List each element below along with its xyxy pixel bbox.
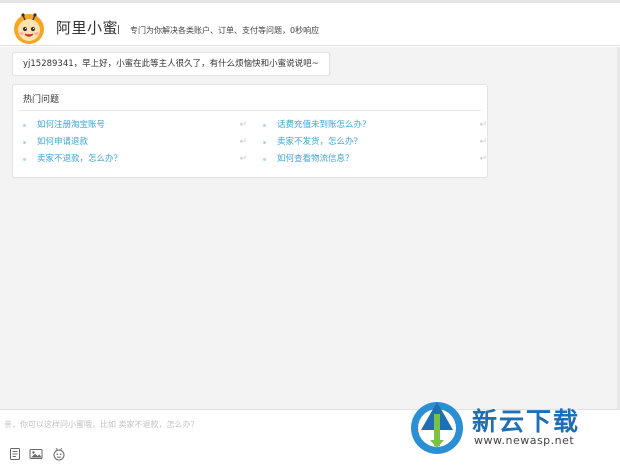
bullet-dot [263, 124, 266, 127]
app-title: 阿里小蜜 [56, 19, 119, 37]
question-row[interactable]: 如何注册淘宝账号 ↵ [23, 119, 253, 136]
title-separator [118, 25, 119, 34]
enter-icon: ↵ [479, 120, 487, 130]
enter-icon: ↵ [239, 137, 247, 147]
question-row[interactable]: 话费充值未到账怎么办？ ↵ [263, 119, 493, 136]
question-link[interactable]: 如何申请退款 [37, 136, 88, 149]
question-row[interactable]: 如何申请退款 ↵ [23, 136, 253, 153]
emoji-icon[interactable] [52, 447, 66, 461]
chat-area[interactable]: yj15289341，早上好，小蜜在此等主人很久了，有什么烦恼快和小蜜说说吧~ … [0, 47, 620, 409]
hot-questions-divider [19, 110, 481, 111]
watermark: 新云下载 www.newasp.net [408, 396, 613, 460]
bullet-dot [23, 158, 26, 161]
bee-avatar-icon [14, 13, 44, 44]
image-icon[interactable] [29, 447, 43, 461]
question-link[interactable]: 如何查看物流信息？ [277, 153, 354, 166]
question-link[interactable]: 话费充值未到账怎么办？ [277, 119, 371, 132]
hot-questions-right-column: 话费充值未到账怎么办？ ↵ 卖家不发货，怎么办？ ↵ 如何查看物流信息？ ↵ [263, 119, 493, 170]
note-icon[interactable] [8, 447, 22, 461]
watermark-title: 新云下载 [472, 407, 581, 436]
watermark-url: www.newasp.net [474, 434, 575, 447]
bullet-dot [263, 141, 266, 144]
hot-questions-card: 热门问题 如何注册淘宝账号 ↵ 如何申请退款 ↵ 卖家不退款，怎么办？ ↵ 话费… [12, 84, 488, 178]
enter-icon: ↵ [239, 120, 247, 130]
newasp-logo-icon [411, 402, 463, 454]
greeting-bubble: yj15289341，早上好，小蜜在此等主人很久了，有什么烦恼快和小蜜说说吧~ [12, 52, 330, 76]
question-row[interactable]: 如何查看物流信息？ ↵ [263, 153, 493, 170]
bullet-dot [23, 141, 26, 144]
hot-questions-left-column: 如何注册淘宝账号 ↵ 如何申请退款 ↵ 卖家不退款，怎么办？ ↵ [23, 119, 253, 170]
enter-icon: ↵ [479, 137, 487, 147]
bullet-dot [23, 124, 26, 127]
question-link[interactable]: 如何注册淘宝账号 [37, 119, 105, 132]
question-row[interactable]: 卖家不退款，怎么办？ ↵ [23, 153, 253, 170]
question-link[interactable]: 卖家不退款，怎么办？ [37, 153, 122, 166]
message-input[interactable] [4, 414, 404, 434]
slogan: 专门为你解决各类账户、订单、支付等问题，0秒响应 [130, 26, 320, 35]
question-link[interactable]: 卖家不发货，怎么办？ [277, 136, 362, 149]
hot-questions-title: 热门问题 [23, 95, 60, 105]
bullet-dot [263, 158, 266, 161]
enter-icon: ↵ [479, 154, 487, 164]
header: 阿里小蜜 专门为你解决各类账户、订单、支付等问题，0秒响应 [0, 3, 620, 46]
enter-icon: ↵ [239, 154, 247, 164]
question-row[interactable]: 卖家不发货，怎么办？ ↵ [263, 136, 493, 153]
